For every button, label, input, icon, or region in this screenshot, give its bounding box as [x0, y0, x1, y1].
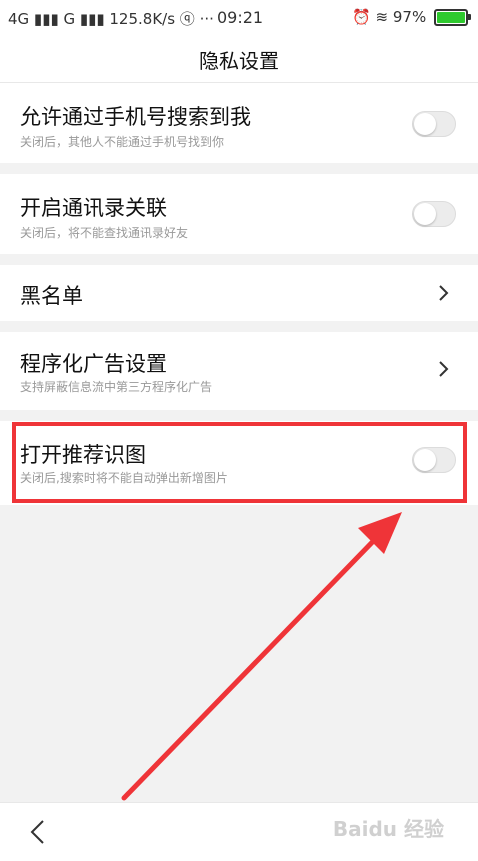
- setting-subtitle: 关闭后，其他人不能通过手机号找到你: [20, 135, 225, 149]
- setting-title: 打开推荐识图: [20, 443, 146, 467]
- setting-title: 开启通讯录关联: [20, 196, 167, 220]
- status-network: 4G ▮▮▮ G ▮▮▮ 125.8K/s ⓠ ···: [8, 10, 214, 28]
- wifi-icon: ≋: [375, 8, 389, 26]
- setting-recommend-image: 打开推荐识图 关闭后,搜索时将不能自动弹出新增图片: [0, 421, 478, 505]
- bottom-bar: Baidu 经验: [0, 802, 478, 861]
- chevron-right-icon: [439, 361, 449, 377]
- back-arrow-icon[interactable]: [26, 819, 50, 845]
- status-right: ⏰ ≋ 97%: [352, 8, 471, 26]
- watermark: Baidu 经验: [332, 817, 444, 841]
- battery-icon: [434, 9, 471, 26]
- setting-subtitle: 关闭后,搜索时将不能自动弹出新增图片: [20, 471, 228, 485]
- battery-percent: 97%: [392, 8, 427, 26]
- setting-subtitle: 支持屏蔽信息流中第三方程序化广告: [20, 380, 213, 394]
- status-bar: 4G ▮▮▮ G ▮▮▮ 125.8K/s ⓠ ··· 09:21 ⏰ ≋ 97…: [0, 0, 478, 34]
- title-bar: 隐私设置: [0, 34, 478, 83]
- setting-phone-search: 允许通过手机号搜索到我 关闭后，其他人不能通过手机号找到你: [0, 83, 478, 163]
- alarm-icon: ⏰: [352, 8, 371, 26]
- setting-subtitle: 关闭后，将不能查找通讯录好友: [20, 226, 189, 240]
- setting-blacklist[interactable]: 黑名单: [0, 265, 478, 321]
- toggle-knob: [414, 113, 436, 135]
- recommend-image-toggle[interactable]: [412, 447, 456, 473]
- setting-title: 黑名单: [20, 284, 83, 308]
- phone-search-toggle[interactable]: [412, 111, 456, 137]
- setting-programmatic-ads[interactable]: 程序化广告设置 支持屏蔽信息流中第三方程序化广告: [0, 332, 478, 410]
- toggle-knob: [414, 449, 436, 471]
- setting-title: 程序化广告设置: [20, 352, 167, 376]
- contacts-link-toggle[interactable]: [412, 201, 456, 227]
- status-time: 09:21: [217, 8, 264, 27]
- setting-title: 允许通过手机号搜索到我: [20, 105, 251, 129]
- setting-contacts-link: 开启通讯录关联 关闭后，将不能查找通讯录好友: [0, 174, 478, 254]
- page-title: 隐私设置: [199, 49, 279, 73]
- chevron-right-icon: [439, 285, 449, 301]
- toggle-knob: [414, 203, 436, 225]
